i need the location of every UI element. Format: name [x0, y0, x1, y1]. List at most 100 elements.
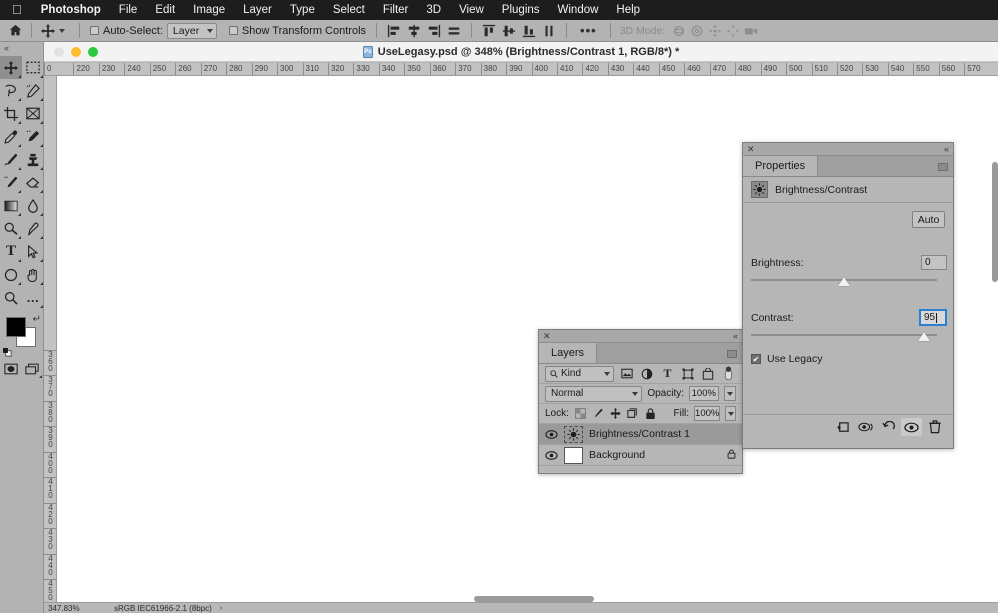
- menu-file[interactable]: File: [110, 4, 147, 16]
- filter-smart-objects-icon[interactable]: [700, 366, 715, 382]
- hand-tool[interactable]: [22, 263, 44, 286]
- pan-3d-icon[interactable]: [706, 22, 724, 40]
- horizontal-type-tool[interactable]: T: [0, 240, 22, 263]
- use-legacy-checkbox[interactable]: ✔: [751, 354, 761, 364]
- lock-position-icon[interactable]: [609, 406, 622, 422]
- menu-layer[interactable]: Layer: [234, 4, 281, 16]
- menu-help[interactable]: Help: [607, 4, 649, 16]
- frame-tool[interactable]: [22, 102, 44, 125]
- opacity-value[interactable]: 100%: [689, 386, 719, 401]
- contrast-slider-thumb[interactable]: [918, 332, 930, 341]
- move-tool[interactable]: [0, 56, 22, 79]
- lasso-tool[interactable]: [0, 79, 22, 102]
- spot-healing-brush-tool[interactable]: [22, 125, 44, 148]
- auto-select-checkbox[interactable]: [90, 26, 99, 35]
- filter-kind-dropdown[interactable]: Kind: [545, 366, 614, 382]
- close-icon[interactable]: ✕: [747, 144, 755, 155]
- filter-adjustment-layers-icon[interactable]: [640, 366, 655, 382]
- pen-tool[interactable]: [22, 217, 44, 240]
- layer-visibility-icon[interactable]: [545, 451, 558, 460]
- brightness-slider-track[interactable]: [751, 279, 937, 281]
- screen-mode-icon[interactable]: [22, 359, 44, 379]
- menu-view[interactable]: View: [450, 4, 493, 16]
- roll-3d-icon[interactable]: [688, 22, 706, 40]
- contrast-input[interactable]: 95: [919, 309, 947, 326]
- fill-value[interactable]: 100%: [694, 406, 720, 421]
- opacity-stepper[interactable]: [724, 386, 736, 401]
- lock-image-pixels-icon[interactable]: [591, 406, 604, 422]
- align-bottom-edges-icon[interactable]: [444, 22, 464, 40]
- toggle-layer-visibility-icon[interactable]: [901, 418, 922, 436]
- home-icon[interactable]: [6, 22, 24, 40]
- tool-preset-chevron-down-icon[interactable]: [59, 29, 65, 33]
- view-previous-state-icon[interactable]: [855, 418, 876, 436]
- filter-pixel-layers-icon[interactable]: [619, 366, 634, 382]
- align-right-edges-icon[interactable]: [424, 22, 444, 40]
- layer-row-background[interactable]: Background: [539, 445, 742, 466]
- status-expand-arrow-icon[interactable]: ›: [212, 605, 222, 612]
- brightness-input[interactable]: 0: [921, 255, 947, 270]
- menu-type[interactable]: Type: [281, 4, 324, 16]
- layer-row-brightness-contrast[interactable]: Brightness/Contrast 1: [539, 424, 742, 445]
- distribute-horizontal-icon[interactable]: [539, 22, 559, 40]
- clip-to-layer-icon[interactable]: [832, 418, 853, 436]
- lock-artboard-nesting-icon[interactable]: [626, 406, 639, 422]
- menu-plugins[interactable]: Plugins: [493, 4, 549, 16]
- panel-menu-icon[interactable]: [938, 163, 948, 171]
- delete-adjustment-layer-icon[interactable]: [924, 418, 945, 436]
- rectangular-marquee-tool[interactable]: [22, 56, 44, 79]
- more-options-button[interactable]: •••: [574, 23, 603, 38]
- menu-filter[interactable]: Filter: [374, 4, 418, 16]
- minimize-button[interactable]: [71, 47, 81, 57]
- auto-button[interactable]: Auto: [912, 211, 945, 228]
- lock-transparent-pixels-icon[interactable]: [574, 406, 587, 422]
- zoom-tool[interactable]: [0, 286, 22, 309]
- menu-edit[interactable]: Edit: [146, 4, 184, 16]
- edit-toolbar-tool[interactable]: …: [22, 286, 44, 309]
- move-tool-icon[interactable]: [39, 22, 57, 40]
- menu-photoshop[interactable]: Photoshop: [32, 4, 110, 16]
- collapse-toolbar-button[interactable]: «: [0, 42, 43, 54]
- clone-stamp-tool[interactable]: [22, 148, 44, 171]
- tab-layers[interactable]: Layers: [539, 343, 597, 363]
- menu-window[interactable]: Window: [549, 4, 608, 16]
- history-brush-tool[interactable]: [0, 171, 22, 194]
- show-transform-checkbox[interactable]: [229, 26, 238, 35]
- zoom-button[interactable]: [88, 47, 98, 57]
- close-icon[interactable]: ✕: [543, 331, 551, 342]
- dodge-tool[interactable]: [0, 217, 22, 240]
- ellipse-tool[interactable]: [0, 263, 22, 286]
- collapse-panel-icon[interactable]: «: [733, 331, 738, 341]
- lock-all-icon[interactable]: [644, 406, 657, 422]
- layer-thumbnail-adjustment[interactable]: [564, 426, 583, 443]
- close-button[interactable]: [54, 47, 64, 57]
- zoom-level[interactable]: 347.83%: [44, 604, 106, 613]
- align-left-edges-icon[interactable]: [384, 22, 404, 40]
- contrast-slider-track[interactable]: [751, 334, 937, 336]
- collapse-panel-icon[interactable]: «: [944, 144, 949, 154]
- path-selection-tool[interactable]: [22, 240, 44, 263]
- eyedropper-tool[interactable]: [0, 125, 22, 148]
- distribute-bottom-icon[interactable]: [519, 22, 539, 40]
- menu-image[interactable]: Image: [184, 4, 234, 16]
- auto-select-dropdown[interactable]: Layer: [167, 23, 217, 39]
- filter-type-layers-icon[interactable]: T: [660, 366, 675, 382]
- reset-adjustment-icon[interactable]: [878, 418, 899, 436]
- apple-icon[interactable]: : [8, 2, 32, 19]
- vertical-ruler[interactable]: 360370380390400410420430440450460: [44, 76, 57, 613]
- blend-mode-dropdown[interactable]: Normal: [545, 386, 642, 402]
- eraser-tool[interactable]: [22, 171, 44, 194]
- slide-3d-icon[interactable]: [724, 22, 742, 40]
- layer-visibility-icon[interactable]: [545, 430, 558, 439]
- align-top-edges-icon[interactable]: [479, 22, 499, 40]
- layer-thumbnail-image[interactable]: [564, 447, 583, 464]
- gradient-tool[interactable]: [0, 194, 22, 217]
- default-colors-icon[interactable]: [3, 348, 12, 357]
- vertical-scrollbar[interactable]: [992, 162, 998, 282]
- brightness-slider-thumb[interactable]: [838, 277, 850, 286]
- swap-colors-icon[interactable]: ↵: [33, 314, 41, 325]
- filter-shape-layers-icon[interactable]: [680, 366, 695, 382]
- align-horizontal-centers-icon[interactable]: [404, 22, 424, 40]
- fill-stepper[interactable]: [725, 406, 736, 421]
- orbit-3d-icon[interactable]: [670, 22, 688, 40]
